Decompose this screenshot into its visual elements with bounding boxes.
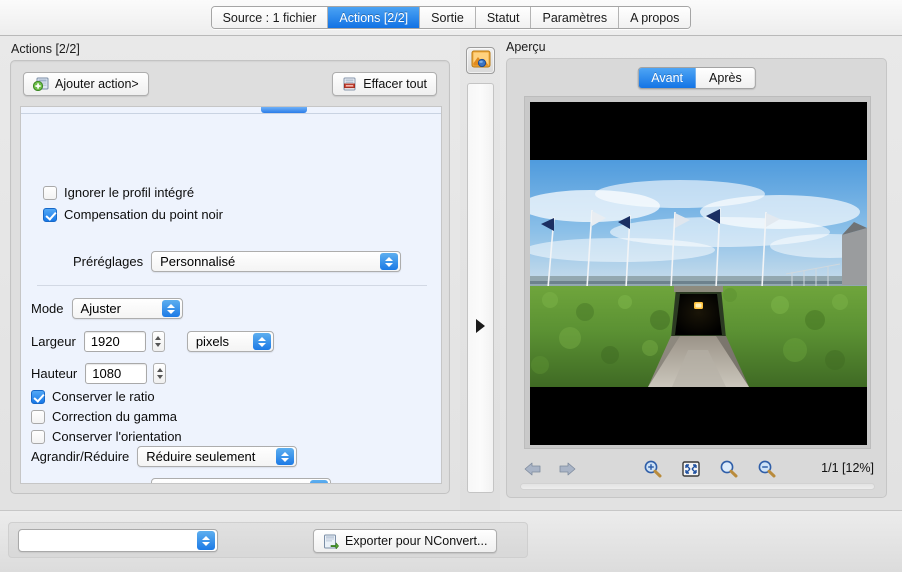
- keep-orientation-row[interactable]: Conserver l'orientation: [31, 429, 182, 444]
- zoom-actual-icon[interactable]: [719, 460, 739, 481]
- preview-container: Avant Après 1/1 [12%]: [506, 58, 887, 498]
- enlarge-reduce-label: Agrandir/Réduire: [31, 449, 130, 464]
- preview-panel: Aperçu Avant Après 1/1 [12%]: [500, 36, 902, 510]
- resample-dropdown[interactable]: Lanczos: [151, 478, 332, 483]
- height-label: Hauteur: [31, 366, 78, 381]
- tab-parametres[interactable]: Paramètres: [531, 7, 620, 28]
- actions-container: Ajouter action> Effacer tout Ignorer le …: [10, 60, 450, 494]
- thumbnail-toggle-button[interactable]: [466, 47, 495, 74]
- ignore-profile-checkbox[interactable]: [43, 185, 57, 200]
- height-input[interactable]: 1080: [85, 363, 148, 384]
- gamma-correction-label: Correction du gamma: [52, 409, 177, 424]
- chevron-updown-icon: [380, 253, 399, 270]
- mode-row: Mode Ajuster: [31, 298, 183, 319]
- keep-ratio-checkbox[interactable]: [31, 389, 45, 404]
- preview-caption: Aperçu: [506, 40, 546, 54]
- resize-group-body: Préréglages Personnalisé Mode Ajuster La…: [21, 237, 441, 483]
- black-point-compensation-row[interactable]: Compensation du point noir: [43, 207, 223, 222]
- section-divider: [37, 285, 427, 286]
- export-label: Exporter pour NConvert...: [345, 534, 488, 548]
- unit-value: pixels: [195, 334, 230, 349]
- tab-actions[interactable]: Actions [2/2]: [328, 7, 421, 28]
- export-nconvert-button[interactable]: Exporter pour NConvert...: [313, 529, 498, 553]
- zoom-in-icon[interactable]: [643, 460, 663, 481]
- before-after-toggle: Avant Après: [637, 67, 756, 89]
- before-segment[interactable]: Avant: [638, 68, 697, 88]
- ignore-profile-label: Ignorer le profil intégré: [64, 185, 195, 200]
- keep-ratio-label: Conserver le ratio: [52, 389, 155, 404]
- thumbnail-toggle-icon: [471, 50, 491, 71]
- panel-splitter[interactable]: [460, 36, 500, 510]
- actions-panel: Actions [2/2] Ajouter action> Effacer to…: [0, 36, 460, 510]
- enlarge-reduce-value: Réduire seulement: [146, 449, 256, 464]
- actions-panel-caption: Actions [2/2]: [11, 42, 80, 56]
- preset-dropdown[interactable]: Personnalisé: [151, 251, 402, 272]
- tab-statut[interactable]: Statut: [475, 7, 532, 28]
- fit-to-window-icon[interactable]: [681, 460, 701, 481]
- preset-value: Personnalisé: [160, 254, 236, 269]
- preview-horizontal-scrollbar[interactable]: [520, 483, 875, 490]
- zoom-status-label: 1/1 [12%]: [821, 461, 874, 475]
- preview-photo: [530, 160, 867, 387]
- tab-bar: Source : 1 fichier Actions [2/2] Sortie …: [0, 0, 902, 36]
- add-action-icon: [32, 77, 49, 92]
- keep-ratio-row[interactable]: Conserver le ratio: [31, 389, 155, 404]
- tab-group: Source : 1 fichier Actions [2/2] Sortie …: [210, 6, 692, 29]
- next-arrow-icon[interactable]: [557, 461, 577, 480]
- enlarge-reduce-row: Agrandir/Réduire Réduire seulement: [31, 446, 298, 467]
- zoom-out-icon[interactable]: [757, 460, 777, 481]
- chevron-updown-icon: [276, 448, 295, 465]
- gamma-correction-checkbox[interactable]: [31, 409, 45, 424]
- chevron-updown-icon: [252, 333, 271, 350]
- unit-dropdown[interactable]: pixels: [186, 331, 274, 352]
- add-action-button[interactable]: Ajouter action>: [23, 72, 149, 96]
- chevron-updown-icon: [161, 300, 180, 317]
- mode-dropdown[interactable]: Ajuster: [71, 298, 183, 319]
- clear-all-label: Effacer tout: [363, 77, 427, 91]
- add-action-label: Ajouter action>: [55, 77, 139, 91]
- tab-apropos[interactable]: A propos: [619, 7, 691, 28]
- preset-row: Préréglages Personnalisé: [73, 251, 402, 272]
- tab-sortie[interactable]: Sortie: [420, 7, 476, 28]
- clear-all-button[interactable]: Effacer tout: [332, 72, 437, 96]
- gamma-correction-row[interactable]: Correction du gamma: [31, 409, 177, 424]
- keep-orientation-label: Conserver l'orientation: [52, 429, 182, 444]
- tab-source[interactable]: Source : 1 fichier: [211, 7, 329, 28]
- width-stepper[interactable]: [151, 331, 165, 352]
- resample-label: Ré-échantillonnage: [31, 481, 143, 483]
- splitter-track[interactable]: [467, 83, 494, 493]
- height-row: Hauteur 1080: [31, 363, 167, 384]
- ignore-profile-row[interactable]: Ignorer le profil intégré: [43, 185, 194, 200]
- black-point-compensation-label: Compensation du point noir: [64, 207, 223, 222]
- preview-image-frame[interactable]: [524, 96, 871, 449]
- enlarge-reduce-dropdown[interactable]: Réduire seulement: [137, 446, 298, 467]
- chevron-updown-icon: [197, 531, 215, 550]
- resample-value: Lanczos: [160, 481, 208, 483]
- mode-label: Mode: [31, 301, 64, 316]
- actions-list[interactable]: Ignorer le profil intégré Compensation d…: [20, 106, 442, 484]
- xnconvert-window: Source : 1 fichier Actions [2/2] Sortie …: [0, 0, 902, 572]
- mode-value: Ajuster: [80, 301, 121, 316]
- preview-image-canvas: [530, 102, 867, 445]
- resample-row: Ré-échantillonnage Lanczos: [31, 478, 332, 483]
- list-divider: [21, 113, 441, 114]
- width-input[interactable]: 1920: [83, 331, 146, 352]
- bottom-bar: Exporter pour NConvert... g +: [0, 510, 902, 572]
- preset-combo-box[interactable]: [18, 529, 218, 552]
- keep-orientation-checkbox[interactable]: [31, 429, 45, 444]
- after-segment[interactable]: Après: [696, 68, 755, 88]
- black-point-compensation-checkbox[interactable]: [43, 207, 57, 222]
- clear-all-icon: [342, 77, 357, 91]
- height-stepper[interactable]: [153, 363, 167, 384]
- previous-arrow-icon[interactable]: [523, 461, 543, 480]
- chevron-updown-icon: [310, 480, 329, 483]
- preset-label: Préréglages: [73, 254, 144, 269]
- preview-toolbar: 1/1 [12%]: [517, 457, 878, 483]
- width-row: Largeur 1920 pixels: [31, 331, 274, 352]
- width-label: Largeur: [31, 334, 76, 349]
- expand-right-arrow-icon[interactable]: [476, 319, 485, 333]
- export-icon: [323, 534, 339, 549]
